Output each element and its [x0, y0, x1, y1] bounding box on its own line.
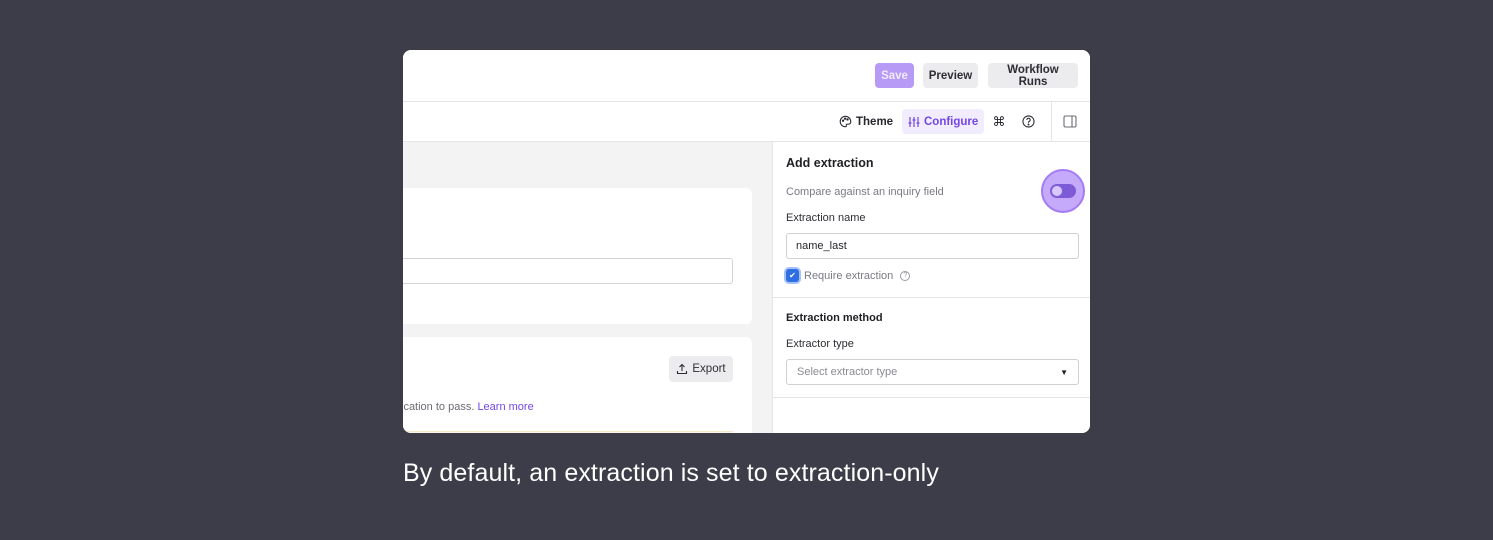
panel-title: Add extraction: [786, 156, 874, 170]
form-card: [403, 188, 752, 324]
sidebar-panel-icon: [1063, 115, 1077, 128]
sliders-icon: [908, 116, 920, 128]
toggle-panel-button[interactable]: [1062, 109, 1078, 134]
extraction-name-label: Extraction name: [786, 212, 866, 224]
description-text: ication to pass.: [403, 401, 478, 413]
verification-card: Export ication to pass. Learn more: [403, 337, 752, 433]
app-window: Save Preview Workflow Runs Theme Configu…: [403, 50, 1090, 433]
workflow-runs-button[interactable]: Workflow Runs: [988, 63, 1078, 88]
configure-label: Configure: [924, 115, 979, 128]
command-icon[interactable]: ⌘: [992, 109, 1006, 134]
compare-inquiry-toggle[interactable]: [1041, 169, 1085, 213]
caret-down-icon: ▼: [1060, 367, 1068, 377]
top-bar: Save Preview Workflow Runs: [403, 50, 1090, 102]
configure-button[interactable]: Configure: [902, 109, 985, 134]
extractor-type-placeholder: Select extractor type: [797, 366, 898, 378]
toggle-knob: [1051, 185, 1063, 197]
card-description: ication to pass. Learn more: [403, 401, 534, 413]
editor-toolbar: Theme Configure ⌘: [403, 102, 1090, 142]
theme-label: Theme: [856, 115, 894, 128]
extractor-type-label: Extractor type: [786, 338, 854, 350]
extraction-name-input[interactable]: name_last: [786, 233, 1079, 259]
require-extraction-label: Require extraction: [804, 269, 894, 282]
upload-icon: [676, 363, 688, 375]
theme-button[interactable]: Theme: [839, 109, 893, 134]
require-extraction-checkbox[interactable]: ✔: [786, 269, 799, 282]
toggle-track: [1050, 184, 1076, 198]
help-circle-icon: [1021, 115, 1035, 128]
export-button[interactable]: Export: [669, 356, 733, 382]
card-text-input[interactable]: [403, 258, 733, 284]
require-extraction-row: ✔ Require extraction ?: [786, 269, 911, 282]
help-button[interactable]: [1020, 109, 1036, 134]
learn-more-link[interactable]: Learn more: [477, 401, 533, 413]
palette-icon: [839, 115, 852, 128]
compare-inquiry-label: Compare against an inquiry field: [786, 186, 944, 198]
preview-button[interactable]: Preview: [923, 63, 978, 88]
section-divider: [773, 397, 1090, 398]
add-extraction-panel: Add extraction Compare against an inquir…: [772, 142, 1090, 433]
main-content: Export ication to pass. Learn more: [403, 142, 772, 433]
section-divider: [773, 297, 1090, 298]
warning-banner: [403, 431, 733, 433]
toolbar-divider: [1051, 102, 1052, 142]
help-icon[interactable]: ?: [900, 270, 911, 281]
extractor-type-select[interactable]: Select extractor type ▼: [786, 359, 1079, 385]
extraction-method-title: Extraction method: [786, 312, 883, 324]
caption-text: By default, an extraction is set to extr…: [403, 459, 939, 487]
export-label: Export: [692, 363, 726, 375]
save-button[interactable]: Save: [875, 63, 914, 88]
